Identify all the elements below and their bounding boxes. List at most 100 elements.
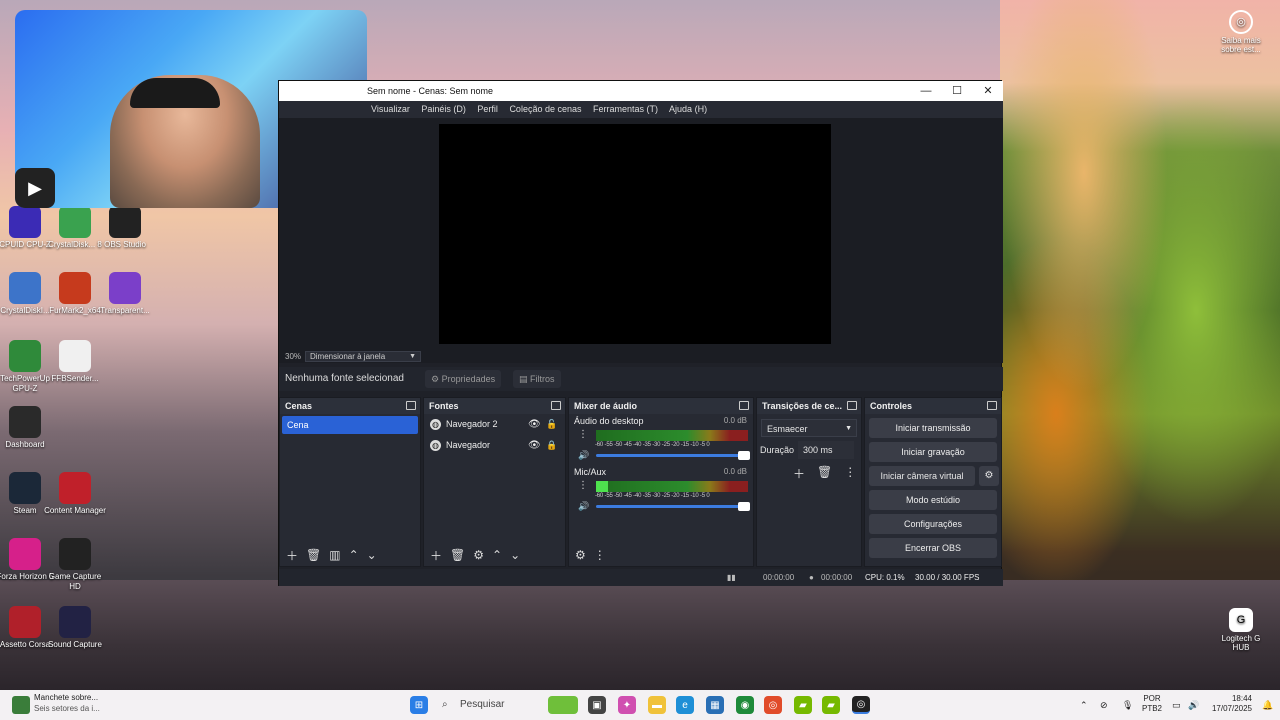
desktop-icon[interactable]: Transparent... [92,272,158,316]
desktop-icon[interactable]: Game Capture HD [42,538,108,592]
nvidia-icon[interactable]: ▰ [794,696,812,714]
exit-obs-button[interactable]: Encerrar OBS [869,538,997,558]
arrow-down-icon[interactable]: ⌄ [367,548,377,562]
more-vertical-icon[interactable]: ⋮ [578,480,588,491]
menu-visualizar[interactable]: Visualizar [371,104,410,114]
file-explorer-icon[interactable]: ▬ [648,696,666,714]
desktop-icon[interactable]: OBS Studio [92,206,158,250]
arrow-up-icon[interactable]: ⌃ [349,548,359,562]
source-name: Navegador 2 [446,419,498,429]
lock-icon[interactable]: 🔒 [546,435,557,456]
notification-bell-icon[interactable]: 🔔 [1262,690,1273,720]
menu-perfil[interactable]: Perfil [477,104,498,114]
nvidia-app-icon[interactable]: ▰ [822,696,840,714]
arrow-up-icon[interactable]: ⌃ [492,548,502,562]
maximize-button[interactable]: ☐ [942,81,972,101]
forza-icon [9,538,41,570]
advanced-audio-icon[interactable]: ⚙ [575,548,586,562]
search-highlight-icon[interactable] [548,696,578,714]
language-indicator[interactable]: POR PTB2 [1142,694,1162,714]
undock-icon[interactable] [987,401,997,410]
undock-icon[interactable] [847,401,857,410]
network-icon[interactable]: ⊘ [1100,690,1108,720]
windows-start-icon[interactable]: ⊞ [410,696,428,714]
widget-logitech[interactable]: G Logitech G HUB [1216,608,1266,652]
menu-ajuda[interactable]: Ajuda (H) [669,104,707,114]
slider-knob[interactable] [738,502,750,511]
preview-canvas[interactable] [439,124,831,344]
xbox-icon[interactable]: ◉ [736,696,754,714]
desktop-icon[interactable]: Sound Capture [42,606,108,650]
desktop-icon[interactable]: FFBSender... [42,340,108,384]
edge-icon[interactable]: e [676,696,694,714]
settings-button[interactable]: Configurações [869,514,997,534]
volume-slider[interactable] [596,502,750,511]
slider-knob[interactable] [738,451,750,460]
undock-icon[interactable] [739,401,749,410]
trash-icon[interactable]: 🗑 [306,548,321,562]
speaker-icon[interactable]: 🔊 [578,450,589,461]
dock-title: Cenas [285,401,313,411]
start-recording-button[interactable]: Iniciar gravação [869,442,997,462]
transition-select[interactable]: Esmaecer ▼ [761,419,857,437]
add-icon[interactable]: ＋ [286,547,298,564]
search-icon: ⌕ [442,699,448,710]
properties-button[interactable]: ⚙ Propriedades [425,370,502,388]
volume-icon[interactable]: 🔊 [1188,690,1199,720]
news-widget-icon[interactable] [12,696,30,714]
display-icon[interactable]: ▭ [1172,690,1181,720]
start-virtual-camera-button[interactable]: Iniciar câmera virtual [869,466,975,486]
source-item[interactable]: ◍ Navegador 👁 🔒 [424,435,565,456]
undock-icon[interactable] [551,401,561,410]
source-item[interactable]: ◍ Navegador 2 👁 🔓 [424,414,565,435]
speaker-icon[interactable]: 🔊 [578,501,589,512]
scene-item[interactable]: Cena [282,416,418,434]
menu-paineis[interactable]: Painéis (D) [421,104,466,114]
mic-icon[interactable]: 🎙 [1122,690,1133,720]
desktop-icon[interactable]: Content Manager [42,472,108,516]
news-title[interactable]: Manchete sobre... [34,693,98,702]
minimize-button[interactable]: — [911,81,941,101]
menu-ferramentas[interactable]: Ferramentas (T) [593,104,658,114]
scale-mode-dropdown[interactable]: Dimensionar à janela ▼ [305,351,421,362]
eye-icon[interactable]: 👁 [528,414,541,435]
close-button[interactable]: ✕ [973,81,1003,101]
task-view-icon[interactable]: ▣ [588,696,606,714]
eye-icon[interactable]: 👁 [528,435,541,456]
chevron-up-icon[interactable]: ⌃ [1080,690,1088,720]
duration-input[interactable]: 300 ms [798,441,854,459]
trash-icon[interactable]: 🗑 [450,548,465,562]
arrow-down-icon[interactable]: ⌄ [510,548,520,562]
add-icon[interactable]: ＋ [430,547,442,564]
desktop-icon[interactable]: Dashboard [0,406,58,450]
more-vertical-icon[interactable]: ⋮ [578,429,588,440]
steam-icon [9,472,41,504]
obs-taskbar-icon[interactable]: ◎ [852,696,870,714]
filter-icon[interactable]: ▥ [329,548,340,562]
clock[interactable]: 18:44 17/07/2025 [1206,694,1252,714]
gear-icon[interactable]: ⚙ [473,548,484,562]
chrome-icon[interactable]: ◎ [764,696,782,714]
copilot-icon[interactable]: ✦ [618,696,636,714]
dock-header: Transições de ce... [757,398,861,414]
menu-colecao-cenas[interactable]: Coleção de cenas [509,104,581,114]
volume-slider[interactable] [596,451,750,460]
start-streaming-button[interactable]: Iniciar transmissão [869,418,997,438]
obs-icon [109,206,141,238]
widget-saiba-mais[interactable]: ◎ Saiba mais sobre est... [1216,10,1266,54]
more-vertical-icon[interactable]: ⋮ [844,465,856,482]
gear-icon[interactable]: ⚙ [979,466,999,486]
add-icon[interactable]: ＋ [793,465,805,482]
desktop-wallpaper-lake [0,580,1280,690]
undock-icon[interactable] [406,401,416,410]
properties-label: Propriedades [441,374,496,384]
widget-label: Logitech G HUB [1221,634,1261,652]
unlock-icon[interactable]: 🔓 [546,414,557,435]
filters-button[interactable]: ▤ Filtros [513,370,561,388]
store-icon[interactable]: ▦ [706,696,724,714]
more-vertical-icon[interactable]: ⋮ [594,548,606,562]
trash-icon[interactable]: 🗑 [817,465,832,482]
studio-mode-button[interactable]: Modo estúdio [869,490,997,510]
widget-label: Saiba mais sobre est... [1221,36,1261,54]
gear-icon: ⚙ [431,374,440,384]
